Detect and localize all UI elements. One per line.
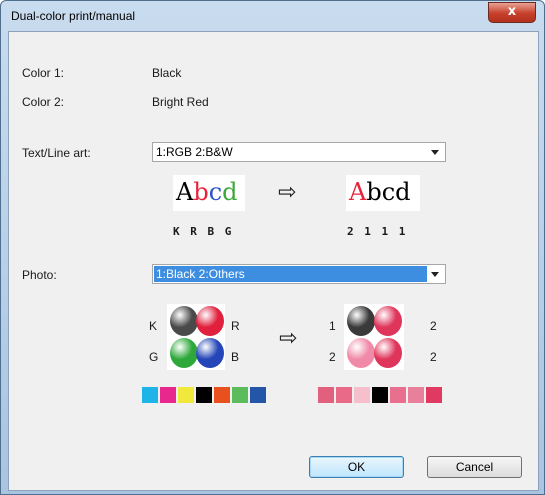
sample-letter: c	[208, 178, 223, 206]
text-sample-after-letters: Abcd	[349, 178, 411, 206]
photo-sample-after	[344, 304, 404, 370]
photo-label: Photo:	[22, 268, 57, 282]
title-bar: Dual-color print/manual x	[1, 1, 544, 31]
ok-button[interactable]: OK	[309, 456, 404, 478]
text-line-art-select[interactable]: 1:RGB 2:B&W	[152, 142, 446, 162]
photo-value: 1:Black 2:Others	[154, 266, 427, 282]
sample-letter: c	[381, 178, 396, 206]
photo-before-label-tr: R	[231, 319, 240, 333]
color-swatch	[214, 387, 230, 403]
text-before-codes: K R B G	[173, 225, 234, 238]
color-swatch	[178, 387, 194, 403]
arrow-right-icon: ⇨	[278, 180, 297, 205]
text-sample-before: Abcd	[173, 175, 245, 211]
cancel-button[interactable]: Cancel	[427, 456, 522, 478]
photo-ball	[196, 306, 224, 336]
text-sample-before-letters: Abcd	[176, 178, 238, 206]
photo-ball	[196, 338, 224, 368]
photo-ball	[347, 306, 375, 336]
photo-ball	[170, 338, 198, 368]
photo-sample-before	[167, 304, 225, 370]
color1-value: Black	[152, 66, 182, 80]
sample-letter: A	[349, 178, 367, 206]
color-swatch	[250, 387, 266, 403]
sample-letter: b	[366, 178, 382, 206]
sample-letter: d	[222, 178, 238, 206]
photo-ball	[347, 338, 375, 368]
photo-before-label-tl: K	[149, 319, 158, 333]
color-swatch	[142, 387, 158, 403]
photo-ball	[170, 306, 198, 336]
color-swatch	[318, 387, 334, 403]
photo-before-label-bl: G	[149, 350, 159, 364]
text-line-art-label: Text/Line art:	[22, 146, 91, 160]
color-swatch	[390, 387, 406, 403]
chevron-down-icon	[431, 150, 439, 155]
color-swatch	[354, 387, 370, 403]
photo-after-label-br: 2	[430, 350, 437, 364]
color-swatch	[408, 387, 424, 403]
color-swatch	[336, 387, 352, 403]
text-line-art-value: 1:RGB 2:B&W	[156, 145, 233, 159]
window-title: Dual-color print/manual	[11, 9, 136, 23]
chevron-down-icon	[431, 272, 439, 277]
sample-letter: d	[395, 178, 411, 206]
text-after-codes: 2 1 1 1	[347, 225, 408, 238]
color2-label: Color 2:	[22, 95, 65, 109]
arrow-right-icon: ⇨	[279, 326, 298, 351]
dialog-body: Color 1: Black Color 2: Bright Red Text/…	[8, 31, 539, 491]
sample-letter: b	[193, 178, 209, 206]
photo-ball	[374, 338, 402, 368]
color-swatch	[426, 387, 442, 403]
photo-after-label-tr: 2	[430, 319, 437, 333]
photo-select[interactable]: 1:Black 2:Others	[152, 264, 446, 284]
color2-value: Bright Red	[152, 95, 209, 109]
dialog-window: Dual-color print/manual x Color 1: Black…	[0, 0, 545, 495]
photo-before-label-br: B	[231, 350, 240, 364]
close-button[interactable]: x	[488, 2, 536, 23]
color-swatch	[160, 387, 176, 403]
swatch-strip-before	[142, 387, 272, 403]
photo-after-label-tl: 1	[329, 319, 336, 333]
color-swatch	[372, 387, 388, 403]
photo-ball	[374, 306, 402, 336]
color-swatch	[196, 387, 212, 403]
color1-label: Color 1:	[22, 66, 65, 80]
color-swatch	[232, 387, 248, 403]
photo-after-label-bl: 2	[329, 350, 336, 364]
sample-letter: A	[176, 178, 194, 206]
swatch-strip-after	[318, 387, 448, 403]
text-sample-after: Abcd	[346, 175, 420, 211]
